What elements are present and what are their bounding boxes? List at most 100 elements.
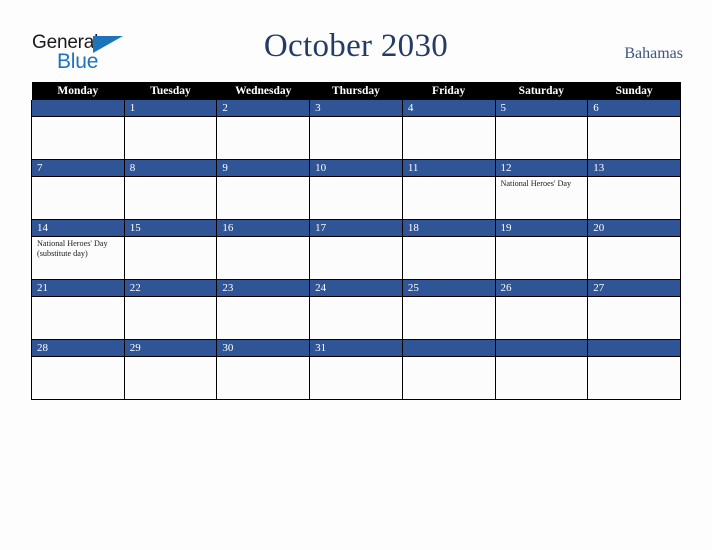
calendar-day-cell-31[interactable]: 31: [309, 339, 403, 400]
calendar-day-cell-14[interactable]: 14 National Heroes' Day (substitute day): [31, 219, 125, 280]
weekday-header-tuesday: Tuesday: [124, 82, 217, 100]
calendar-day-cell-24[interactable]: 24: [309, 279, 403, 340]
day-number: 24: [310, 280, 402, 297]
calendar-day-cell-13[interactable]: 13: [587, 159, 681, 220]
day-number: 30: [217, 340, 310, 357]
day-event-text: [496, 117, 588, 119]
day-event-text: [403, 297, 495, 299]
calendar-day-cell-21[interactable]: 21: [31, 279, 125, 340]
day-event-text: [588, 177, 680, 179]
page-title: October 2030: [263, 28, 449, 64]
day-event-text: [496, 237, 588, 239]
day-event-text: [403, 237, 495, 239]
day-number: 28: [32, 340, 124, 357]
day-number: 25: [402, 280, 495, 297]
calendar-day-cell-empty[interactable]: [494, 339, 589, 400]
calendar-day-cell-25[interactable]: 25: [401, 279, 496, 340]
day-number: 20: [588, 220, 680, 237]
day-number: 27: [588, 280, 680, 297]
calendar-day-cell-5[interactable]: 5: [494, 100, 589, 160]
day-event-text: [403, 357, 495, 359]
country-label: Bahamas: [624, 45, 683, 62]
day-number: 26: [495, 280, 588, 297]
calendar-day-cell-12[interactable]: 12 National Heroes' Day: [494, 159, 589, 220]
day-number: [32, 100, 124, 117]
day-number: [588, 340, 680, 357]
calendar-day-cell-empty[interactable]: [401, 339, 496, 400]
day-event-text: [32, 357, 124, 359]
day-event-text: [403, 177, 495, 179]
day-number: 18: [402, 220, 495, 237]
calendar-day-cell-7[interactable]: 7: [31, 159, 125, 220]
day-number: 22: [124, 280, 217, 297]
calendar-day-cell-1[interactable]: 1: [123, 100, 218, 160]
calendar-day-cell-15[interactable]: 15: [123, 219, 218, 280]
day-number: 15: [124, 220, 217, 237]
day-event-text: [32, 297, 124, 299]
weekday-header-monday: Monday: [31, 82, 125, 100]
weekday-header-sunday: Sunday: [587, 82, 681, 100]
page-header: General Blue October 2030 Bahamas: [0, 0, 712, 82]
weekday-header-wednesday: Wednesday: [216, 82, 310, 100]
calendar-day-cell-20[interactable]: 20: [587, 219, 681, 280]
calendar-header-row: Monday Tuesday Wednesday Thursday Friday Satu…: [31, 82, 681, 100]
calendar-day-cell-23[interactable]: 23: [216, 279, 311, 340]
calendar-grid: Monday Tuesday Wednesday Thursday Friday Satu…: [31, 82, 681, 400]
day-event-text: [310, 237, 402, 239]
calendar-day-cell-9[interactable]: 9: [216, 159, 311, 220]
day-event-text: [310, 117, 402, 119]
day-number: 1: [124, 100, 217, 117]
calendar-day-cell-18[interactable]: 18: [401, 219, 496, 280]
day-number: 10: [310, 160, 402, 177]
day-event-text: [217, 237, 309, 239]
calendar-day-cell-empty[interactable]: [31, 100, 125, 160]
day-event-text: [588, 117, 680, 119]
calendar-body: 1 2 3 4 5 6 7 8 9 10 11 12 National Heroes' Day 13 14 N…: [31, 100, 681, 400]
calendar-day-cell-2[interactable]: 2: [216, 100, 311, 160]
day-event-text: [217, 117, 309, 119]
day-number: 13: [588, 160, 680, 177]
calendar-day-cell-4[interactable]: 4: [401, 100, 496, 160]
day-number: 8: [124, 160, 217, 177]
day-event-text: [310, 357, 402, 359]
calendar-week-row: 7 8 9 10 11 12 National Heroes' Day 13: [31, 159, 681, 220]
day-event-text: [588, 297, 680, 299]
calendar-day-cell-29[interactable]: 29: [123, 339, 218, 400]
day-number: 29: [124, 340, 217, 357]
calendar-day-cell-11[interactable]: 11: [401, 159, 496, 220]
calendar-day-cell-28[interactable]: 28: [31, 339, 125, 400]
day-number: 9: [217, 160, 310, 177]
calendar-day-cell-17[interactable]: 17: [309, 219, 403, 280]
calendar-day-cell-6[interactable]: 6: [587, 100, 681, 160]
day-event-text: [125, 297, 217, 299]
day-event-text: National Heroes' Day (substitute day): [37, 239, 108, 258]
weekday-header-friday: Friday: [402, 82, 496, 100]
day-number: 5: [495, 100, 588, 117]
calendar-day-cell-22[interactable]: 22: [123, 279, 218, 340]
calendar-day-cell-empty[interactable]: [587, 339, 681, 400]
calendar-day-cell-16[interactable]: 16: [216, 219, 311, 280]
day-number: 6: [588, 100, 680, 117]
day-number: 12: [495, 160, 588, 177]
day-number: [402, 340, 495, 357]
calendar-day-cell-30[interactable]: 30: [216, 339, 311, 400]
calendar-day-cell-26[interactable]: 26: [494, 279, 589, 340]
calendar-day-cell-8[interactable]: 8: [123, 159, 218, 220]
day-event-text: [217, 357, 309, 359]
day-number: 31: [310, 340, 402, 357]
day-event-text: [403, 117, 495, 119]
calendar-day-cell-27[interactable]: 27: [587, 279, 681, 340]
calendar-week-row: 14 National Heroes' Day (substitute day) 1…: [31, 219, 681, 280]
calendar-day-cell-19[interactable]: 19: [494, 219, 589, 280]
day-event-text: [496, 297, 588, 299]
day-number: 16: [217, 220, 310, 237]
calendar-day-cell-10[interactable]: 10: [309, 159, 403, 220]
day-number: 17: [310, 220, 402, 237]
day-event-text: National Heroes' Day: [500, 179, 572, 188]
calendar-week-row: 28 29 30 31: [31, 339, 681, 400]
calendar-day-cell-3[interactable]: 3: [309, 100, 403, 160]
day-number: [495, 340, 588, 357]
calendar-week-row: 21 22 23 24 25 26 27: [31, 279, 681, 340]
day-event-text: [588, 237, 680, 239]
day-event-text: [32, 177, 124, 179]
